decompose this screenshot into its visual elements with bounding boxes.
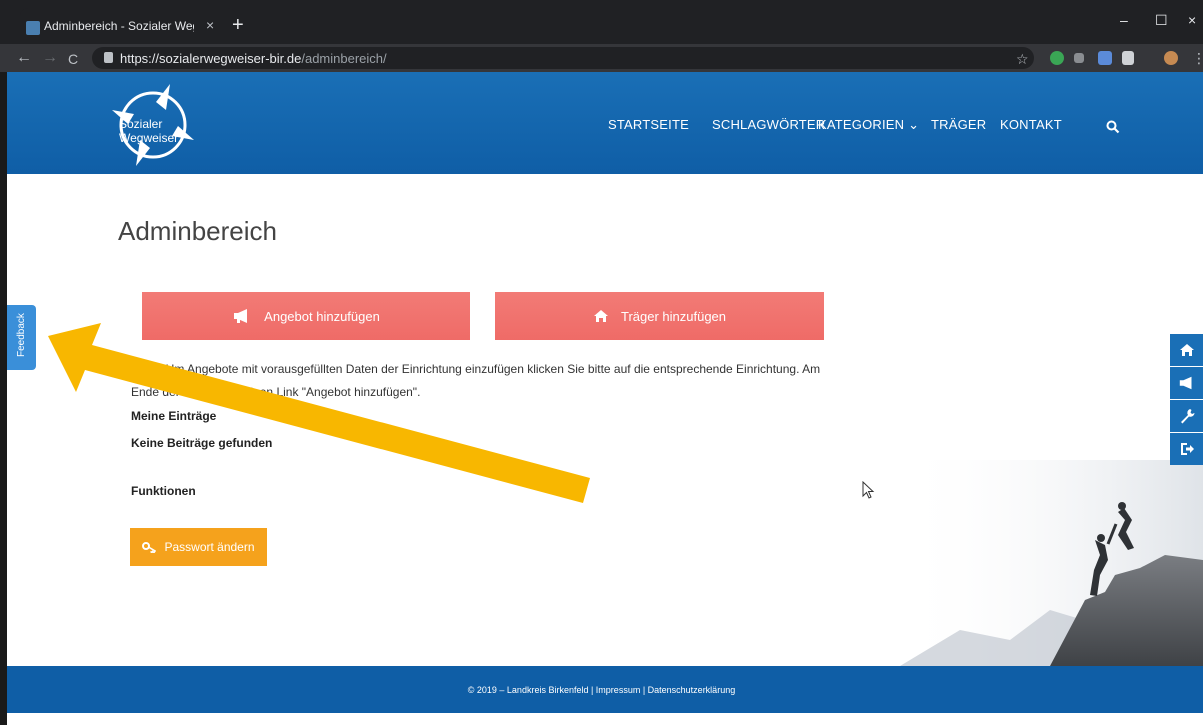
home-icon [1179, 344, 1194, 356]
profile-avatar[interactable] [1164, 51, 1178, 65]
feedback-tab[interactable]: Feedback [7, 305, 36, 370]
trello-extension-icon[interactable] [1098, 51, 1112, 65]
keine-beitraege-text: Keine Beiträge gefunden [131, 436, 273, 450]
search-icon[interactable] [1106, 120, 1120, 134]
extension-icon-2[interactable] [1122, 51, 1134, 65]
feedback-label: Feedback [16, 313, 27, 357]
side-angebot-button[interactable] [1170, 367, 1203, 399]
funktionen-heading: Funktionen [131, 484, 196, 498]
hint-text-line1: AC E: Um Angebote mit vorausgefüllten Da… [131, 362, 821, 376]
reload-icon[interactable]: C [68, 51, 78, 67]
extension-icon[interactable] [1074, 53, 1084, 63]
url-host: https://sozialerwegweiser-bir.de [120, 51, 302, 66]
side-home-button[interactable] [1170, 334, 1203, 366]
lock-icon [104, 52, 113, 63]
nav-kontakt[interactable]: KONTAKT [1000, 117, 1062, 132]
nav-startseite[interactable]: STARTSEITE [608, 117, 689, 132]
traeger-hinzufuegen-label: Träger hinzufügen [620, 308, 727, 324]
key-icon [142, 542, 157, 553]
logo-text-line1: Sozialer [119, 117, 163, 131]
megaphone-icon [1179, 376, 1191, 390]
angebot-hinzufuegen-button[interactable]: Angebot hinzufügen [142, 292, 470, 340]
page-bottom [7, 713, 1203, 725]
tab-favicon-icon [26, 21, 40, 35]
mouse-cursor-icon [862, 481, 875, 499]
tab-title: Adminbereich - Sozialer Wegwei [44, 19, 194, 33]
megaphone-icon [234, 309, 248, 323]
climbers-illustration [900, 460, 1203, 666]
evernote-extension-icon[interactable] [1050, 51, 1064, 65]
tab-close-icon[interactable]: × [206, 17, 214, 33]
logo-text-line2: Wegweiser [119, 131, 179, 145]
side-tools-button[interactable] [1170, 400, 1203, 432]
logout-icon [1180, 443, 1194, 455]
nav-kategorien[interactable]: KATEGORIEN ⌄ [818, 117, 919, 133]
side-logout-button[interactable] [1170, 433, 1203, 465]
bookmark-star-icon[interactable]: ☆ [1016, 51, 1029, 68]
wrench-icon [1180, 409, 1194, 424]
footer-text: © 2019 – Landkreis Birkenfeld | Impressu… [467, 685, 736, 695]
url-text[interactable]: https://sozialerwegweiser-bir.de/adminbe… [120, 51, 387, 66]
page-title: Adminbereich [118, 216, 277, 246]
passwort-aendern-label: Passwort ändern [164, 540, 255, 554]
close-window-button[interactable]: × [1188, 12, 1196, 28]
home-icon [593, 310, 608, 322]
hint-text-line2: Ende der Seite g det einen Link "Angebot… [131, 385, 421, 399]
traeger-hinzufuegen-button[interactable]: Träger hinzufügen [495, 292, 824, 340]
meine-eintraege-heading: Meine Einträge [131, 409, 217, 423]
nav-traeger[interactable]: TRÄGER [931, 117, 986, 132]
window-left-edge [0, 72, 7, 725]
menu-dots-icon[interactable]: ⋮ [1192, 50, 1203, 67]
maximize-button[interactable]: ☐ [1155, 12, 1168, 29]
new-tab-button[interactable]: + [232, 14, 244, 37]
forward-icon[interactable]: → [42, 49, 58, 67]
minimize-button[interactable]: – [1120, 12, 1128, 28]
angebot-hinzufuegen-label: Angebot hinzufügen [264, 308, 380, 324]
passwort-aendern-button[interactable]: Passwort ändern [130, 528, 267, 566]
back-icon[interactable]: ← [16, 49, 32, 67]
nav-schlagwoerter[interactable]: SCHLAGWÖRTER [712, 117, 825, 132]
url-path: /adminbereich/ [301, 51, 387, 66]
